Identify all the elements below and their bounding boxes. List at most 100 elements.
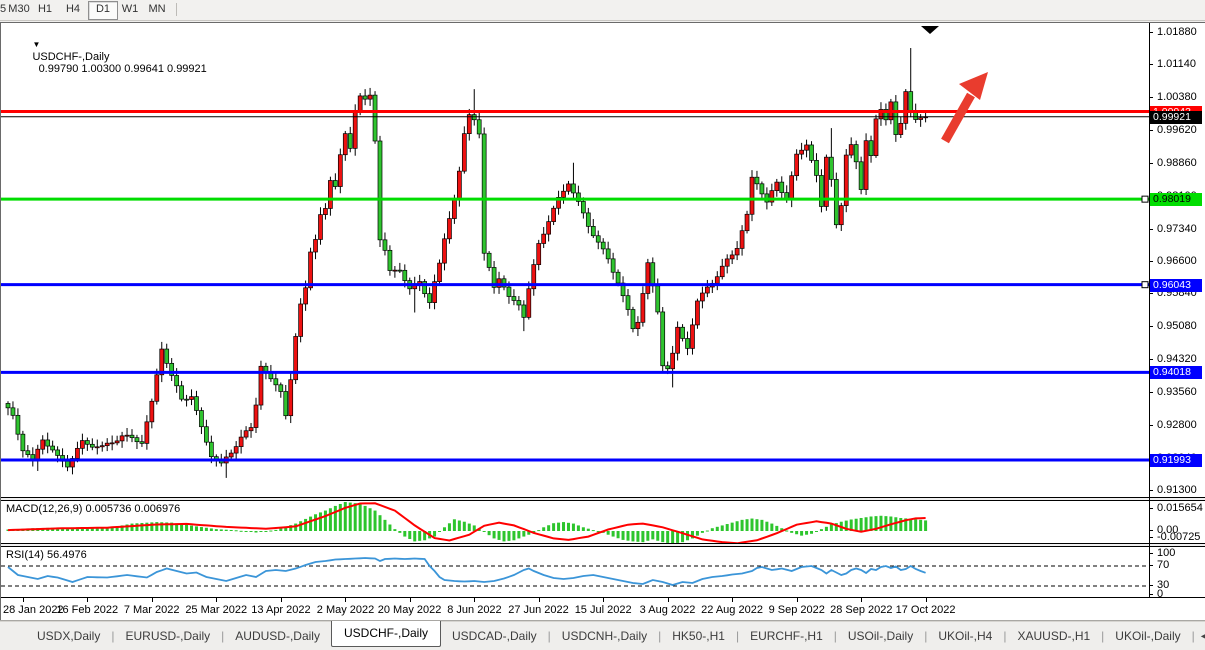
price-tick-label: 0.91300 bbox=[1157, 484, 1197, 496]
hline-0.96043[interactable] bbox=[1, 281, 1149, 289]
chart-title: ▼ USDCHF-,Daily 0.99790 1.00300 0.99641 … bbox=[8, 27, 207, 87]
line-handle[interactable] bbox=[1141, 281, 1149, 289]
date-tick-label: 27 Jun 2022 bbox=[508, 604, 569, 616]
axis-tick bbox=[1149, 261, 1153, 262]
tab-usdchf-daily[interactable]: USDCHF-,Daily bbox=[330, 621, 441, 647]
macd-axis-label: 0.015654 bbox=[1157, 502, 1203, 514]
period-button-M30[interactable]: M30 bbox=[7, 1, 31, 18]
axis-tick bbox=[1149, 565, 1153, 566]
rsi-axis-label: 0 bbox=[1157, 588, 1164, 600]
tab-usdx-daily[interactable]: USDX,Daily bbox=[26, 625, 111, 647]
date-tick bbox=[732, 598, 734, 602]
tab-ukoil-daily[interactable]: UKOil-,Daily bbox=[1104, 625, 1191, 647]
price-chart-plot[interactable] bbox=[1, 23, 1149, 498]
period-button-D1[interactable]: D1 bbox=[88, 1, 118, 20]
ohlc-values: 0.99790 1.00300 0.99641 0.99921 bbox=[32, 63, 207, 75]
axis-tick bbox=[1149, 537, 1153, 538]
price-tick-label: 0.97340 bbox=[1157, 223, 1197, 235]
date-tick bbox=[280, 598, 282, 602]
axis-tick bbox=[1149, 326, 1153, 327]
level-price-tag-0.91993: 0.91993 bbox=[1150, 454, 1202, 467]
price-tick-label: 0.93560 bbox=[1157, 386, 1197, 398]
tab-hk50-h1[interactable]: HK50-,H1 bbox=[661, 625, 736, 647]
chart-window: ▼ USDCHF-,Daily 0.99790 1.00300 0.99641 … bbox=[0, 22, 1205, 621]
date-tick bbox=[861, 598, 863, 602]
chart-tabbar: USDX,Daily | EURUSD-,Daily | AUDUSD-,Daily US… bbox=[0, 621, 1205, 650]
macd-panel: MACD(12,26,9) 0.005736 0.006976 bbox=[1, 500, 1205, 544]
trend-arrow-annotation[interactable] bbox=[941, 72, 988, 144]
tab-audusd-daily[interactable]: AUDUSD-,Daily bbox=[224, 625, 331, 647]
price-axis[interactable]: 1.018801.011401.003800.996200.988600.981… bbox=[1149, 23, 1205, 600]
axis-tick bbox=[1149, 64, 1153, 65]
axis-tick bbox=[1149, 530, 1153, 531]
date-tick-label: 8 Jun 2022 bbox=[447, 604, 502, 616]
price-tick-label: 0.94320 bbox=[1157, 353, 1197, 365]
date-tick-label: 9 Sep 2022 bbox=[768, 604, 825, 616]
axis-tick bbox=[1149, 97, 1153, 98]
date-tick bbox=[22, 598, 24, 602]
application-window: 5 M30 H1 H4 D1 W1 MN ▼ USDCHF-,Daily 0.99790 1… bbox=[0, 0, 1205, 650]
date-tick-label: 16 Feb 2022 bbox=[56, 604, 119, 616]
axis-tick bbox=[1149, 130, 1153, 131]
data-end-marker bbox=[921, 26, 939, 34]
axis-tick bbox=[1149, 594, 1153, 595]
macd-axis-label: -0.00725 bbox=[1157, 531, 1201, 543]
date-tick bbox=[345, 598, 347, 602]
rsi-plot[interactable] bbox=[1, 547, 1149, 597]
price-tick-label: 1.01880 bbox=[1157, 26, 1197, 38]
macd-values: 0.005736 0.006976 bbox=[85, 503, 181, 515]
date-tick bbox=[87, 598, 89, 602]
date-axis[interactable]: 28 Jan 2022 16 Feb 2022 7 Mar 2022 25 Mar 2… bbox=[1, 598, 1205, 621]
price-tick-label: 0.99620 bbox=[1157, 124, 1197, 136]
date-tick-label: 28 Jan 2022 bbox=[3, 604, 64, 616]
axis-tick bbox=[1149, 508, 1153, 509]
date-tick-label: 17 Oct 2022 bbox=[895, 604, 956, 616]
rsi-line bbox=[7, 557, 926, 586]
tab-xauusd-h1[interactable]: XAUUSD-,H1 bbox=[1006, 625, 1101, 647]
date-tick-label: 15 Jul 2022 bbox=[574, 604, 632, 616]
period-button-H4[interactable]: H4 bbox=[62, 1, 84, 18]
date-tick bbox=[667, 598, 669, 602]
date-tick bbox=[538, 598, 540, 602]
period-button-MN[interactable]: MN bbox=[144, 1, 170, 18]
level-price-tag-0.94018: 0.94018 bbox=[1150, 366, 1202, 379]
axis-tick bbox=[1149, 32, 1153, 33]
level-price-tag-0.98019: 0.98019 bbox=[1150, 193, 1202, 206]
date-tick-label: 2 May 2022 bbox=[316, 604, 375, 616]
tab-eurchf-h1[interactable]: EURCHF-,H1 bbox=[739, 625, 834, 647]
price-panel: ▼ USDCHF-,Daily 0.99790 1.00300 0.99641 … bbox=[1, 23, 1205, 498]
date-tick-label: 22 Aug 2022 bbox=[701, 604, 763, 616]
macd-label: MACD(12,26,9) 0.005736 0.006976 bbox=[6, 503, 181, 515]
tab-usdcnh-daily[interactable]: USDCNH-,Daily bbox=[551, 625, 658, 647]
price-tick-label: 1.00380 bbox=[1157, 91, 1197, 103]
price-tick-label: 0.98860 bbox=[1157, 157, 1197, 169]
tab-scroll-left-icon[interactable]: ◂ bbox=[1195, 631, 1205, 642]
price-tick-label: 0.95080 bbox=[1157, 320, 1197, 332]
line-handle[interactable] bbox=[1141, 195, 1149, 203]
tab-ukoil-h4[interactable]: UKOil-,H4 bbox=[927, 625, 1003, 647]
period-button-H1[interactable]: H1 bbox=[34, 1, 56, 18]
tab-usoil-daily[interactable]: USOil-,Daily bbox=[837, 625, 924, 647]
hline-0.98019[interactable] bbox=[1, 195, 1149, 203]
date-tick-label: 7 Mar 2022 bbox=[123, 604, 180, 616]
rsi-label: RSI(14) 56.4976 bbox=[6, 549, 87, 561]
date-tick bbox=[603, 598, 605, 602]
tab-usdcad-daily[interactable]: USDCAD-,Daily bbox=[441, 625, 548, 647]
date-tick-label: 13 Apr 2022 bbox=[251, 604, 311, 616]
axis-tick bbox=[1149, 293, 1153, 294]
price-tick-label: 0.96600 bbox=[1157, 255, 1197, 267]
level-price-tag-0.99921: 0.99921 bbox=[1150, 111, 1202, 124]
date-tick bbox=[409, 598, 411, 602]
price-tick-label: 1.01140 bbox=[1157, 58, 1196, 70]
period-button-W1[interactable]: W1 bbox=[117, 1, 143, 18]
axis-tick bbox=[1149, 359, 1153, 360]
date-tick-label: 20 May 2022 bbox=[377, 604, 442, 616]
rsi-panel: RSI(14) 56.4976 bbox=[1, 546, 1205, 598]
axis-tick bbox=[1149, 229, 1153, 230]
symbol-label: USDCHF-,Daily bbox=[32, 51, 110, 63]
tab-eurusd-daily[interactable]: EURUSD-,Daily bbox=[114, 625, 221, 647]
timeframe-toolbar: 5 M30 H1 H4 D1 W1 MN bbox=[0, 0, 1205, 21]
chart-dropdown-icon[interactable]: ▼ bbox=[32, 40, 40, 49]
axis-tick bbox=[1149, 392, 1153, 393]
axis-tick bbox=[1149, 163, 1153, 164]
